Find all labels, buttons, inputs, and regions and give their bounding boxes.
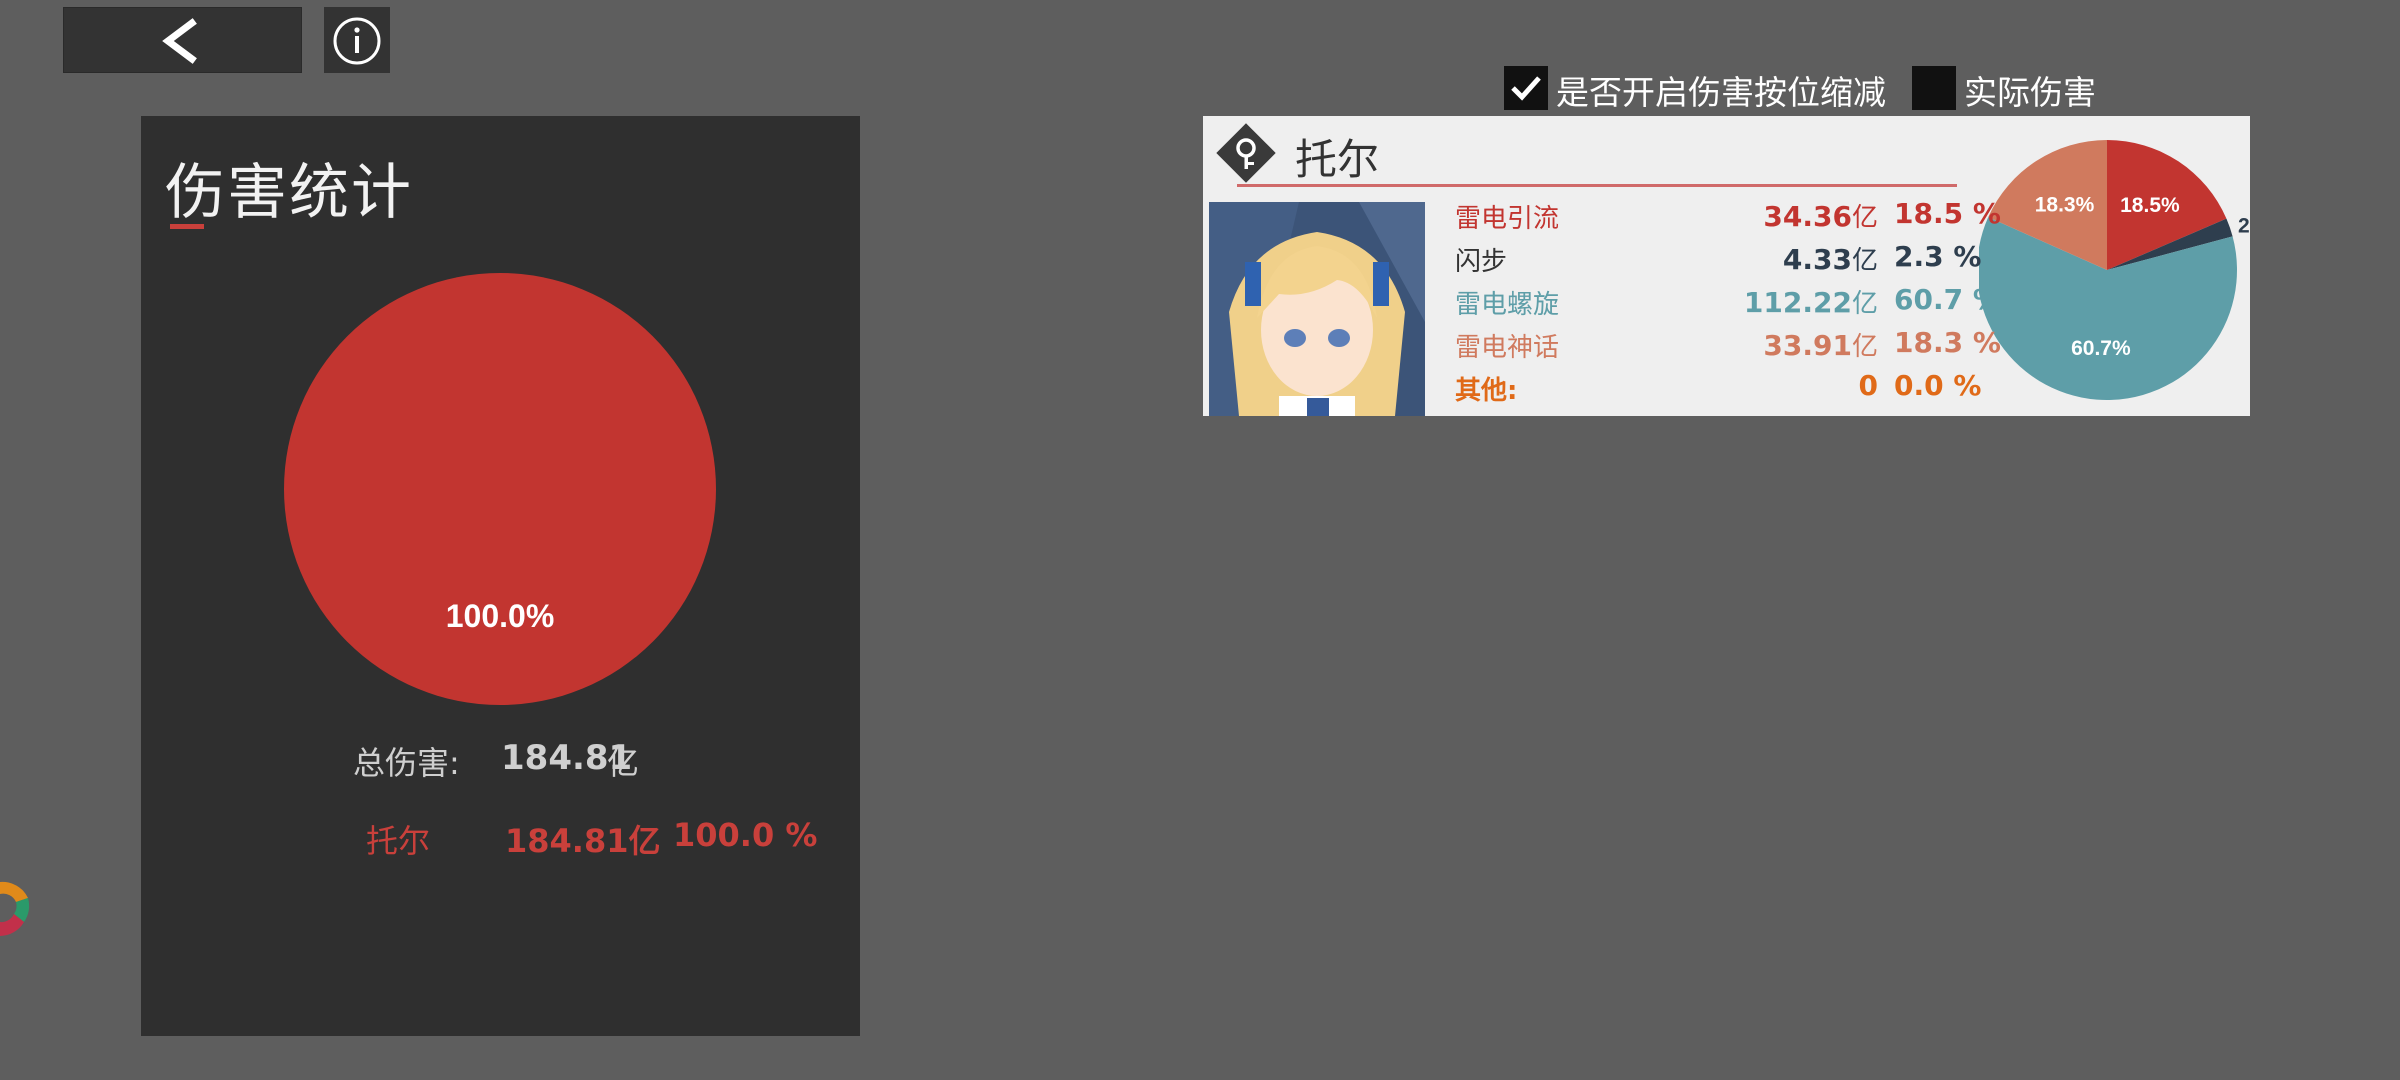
skill-name: 其他: xyxy=(1455,376,1518,406)
skill-name: 雷电神话 xyxy=(1455,333,1560,363)
skill-value-number: 4.33 xyxy=(1782,243,1852,276)
pie-slice-label: 18.5% xyxy=(2120,194,2180,217)
skill-name: 雷电螺旋 xyxy=(1455,290,1560,320)
pie-slice-label: 60.7% xyxy=(2071,337,2131,360)
chevron-left-icon xyxy=(162,18,197,64)
pie-slice-tuoer xyxy=(284,273,716,705)
character-damage-card: 托尔 18.5%2.3%60.7%18.3% 雷电引流34.36亿18.5 %闪… xyxy=(1203,116,2250,416)
skill-percent: 2.3 % xyxy=(1894,240,1982,273)
name-divider xyxy=(1237,184,1957,187)
logo-icon xyxy=(0,881,30,936)
legend-value: 184.81亿 xyxy=(505,822,661,860)
actual-damage-label: 实际伤害 xyxy=(1964,73,2096,112)
info-button[interactable] xyxy=(324,7,390,73)
skill-value-number: 33.91 xyxy=(1763,329,1852,362)
legend-percent: 100.0 % xyxy=(673,816,818,854)
total-damage-pie-chart: 100.0% xyxy=(284,273,716,705)
skill-value: 33.91亿 xyxy=(1763,326,1878,363)
skill-percent: 18.3 % xyxy=(1894,326,2001,359)
pie-slice-label: 2.3% xyxy=(2238,214,2249,237)
skill-value: 34.36亿 xyxy=(1763,197,1878,234)
skill-value: 0 xyxy=(1859,369,1878,402)
skill-value-unit: 亿 xyxy=(1851,289,1878,319)
skill-value-unit: 亿 xyxy=(1851,203,1878,233)
info-circle-icon xyxy=(333,17,381,65)
title-underline xyxy=(170,224,204,229)
legend-name: 托尔 xyxy=(366,822,431,860)
skill-percent: 0.0 % xyxy=(1894,369,1982,402)
back-button[interactable] xyxy=(63,7,302,73)
damage-stats-panel: 伤害统计 100.0% 总伤害: 184.81 亿 托尔 184.81亿 100… xyxy=(141,116,860,1036)
panel-title: 伤害统计 xyxy=(165,158,413,228)
total-damage-label: 总伤害: xyxy=(353,744,460,782)
pie-slice-label: 100.0% xyxy=(446,598,555,634)
actual-damage-checkbox[interactable] xyxy=(1912,66,1956,110)
scale-by-position-checkbox[interactable] xyxy=(1504,66,1548,110)
pie-slice-label: 18.3% xyxy=(2035,194,2095,217)
skill-value-number: 0 xyxy=(1858,369,1878,402)
skill-value-number: 112.22 xyxy=(1743,286,1852,319)
character-name: 托尔 xyxy=(1295,135,1380,184)
skill-name: 雷电引流 xyxy=(1455,204,1560,234)
skill-value: 4.33亿 xyxy=(1783,240,1878,277)
skill-breakdown-pie-chart: 18.5% 2.3% 60.7% 18.3% xyxy=(1979,140,2249,400)
skill-value: 112.22亿 xyxy=(1744,283,1878,320)
skill-value-unit: 亿 xyxy=(1851,246,1878,276)
skill-value-number: 34.36 xyxy=(1763,200,1852,233)
character-portrait xyxy=(1209,202,1425,416)
total-damage-unit: 亿 xyxy=(607,744,640,782)
key-diamond-icon xyxy=(1216,123,1276,183)
checkmark-icon xyxy=(1511,76,1541,101)
skill-percent: 60.7 % xyxy=(1894,283,2001,316)
scale-by-position-label: 是否开启伤害按位缩减 xyxy=(1556,73,1886,112)
skill-percent: 18.5 % xyxy=(1894,197,2001,230)
skill-name: 闪步 xyxy=(1455,247,1508,277)
skill-value-unit: 亿 xyxy=(1851,332,1878,362)
